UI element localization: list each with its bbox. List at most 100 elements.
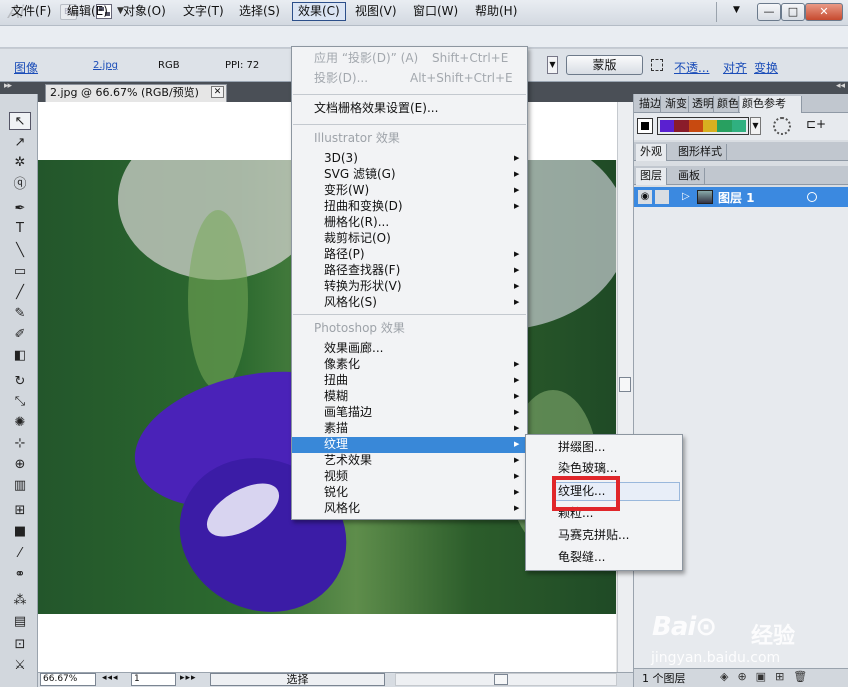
slice-tool-icon[interactable]: ⚔ (9, 657, 31, 675)
gradient-tool-icon[interactable]: ■ (9, 523, 31, 541)
menu-item-sharpen[interactable]: 锐化 ▶ (292, 485, 527, 501)
artboard-tool-icon[interactable]: ⊡ (9, 636, 31, 654)
symbol-sprayer-icon[interactable]: ⁂ (9, 592, 31, 610)
menu-effect[interactable]: 效果(C) (292, 2, 346, 21)
align-link[interactable]: 对齐 (723, 59, 747, 76)
menu-item-brush-strokes[interactable]: 画笔描边 ▶ (292, 405, 527, 421)
harmony-dropdown[interactable]: ▼ (750, 117, 761, 135)
rectangle-tool-icon[interactable]: ▭ (9, 263, 31, 281)
menu-item-distort[interactable]: 扭曲 ▶ (292, 373, 527, 389)
panel-dock-header[interactable] (633, 82, 848, 94)
menu-item-document-raster-settings[interactable]: 文档栅格效果设置(E)... (292, 101, 527, 117)
eye-icon[interactable]: ◉ (638, 190, 652, 204)
add-swatch-icon[interactable]: ⊏+ (806, 117, 826, 131)
harmony-swatches[interactable] (657, 117, 749, 135)
scroll-thumb[interactable] (619, 377, 631, 392)
crop-icon[interactable] (651, 59, 663, 71)
collapse-icon[interactable]: ▸▸ (4, 81, 12, 91)
direct-selection-tool-icon[interactable]: ↗ (9, 134, 31, 152)
lock-toggle[interactable] (655, 190, 669, 204)
menu-item-video[interactable]: 视频 ▶ (292, 469, 527, 485)
page-forward-icon[interactable]: ▸▸▸ (180, 673, 197, 683)
swatch[interactable] (688, 120, 703, 132)
line-tool-icon[interactable]: ╲ (9, 242, 31, 260)
blob-brush-icon[interactable]: ✐ (9, 326, 31, 344)
tab-appearance[interactable]: 外观 (636, 144, 667, 161)
menu-select[interactable]: 选择(S) (234, 3, 285, 20)
menu-item-sketch[interactable]: 素描 ▶ (292, 421, 527, 437)
minimize-button[interactable]: — (757, 3, 781, 21)
image-label[interactable]: 图像 (14, 59, 38, 76)
shape-builder-icon[interactable]: ⊕ (9, 456, 31, 474)
menu-item-effect-gallery[interactable]: 效果画廊... (292, 341, 527, 357)
color-wheel-icon[interactable] (773, 117, 791, 135)
menu-item-distort-transform[interactable]: 扭曲和变换(D) ▶ (292, 199, 527, 215)
warp-tool-icon[interactable]: ✺ (9, 414, 31, 432)
submenu-item-craquelure[interactable]: 龟裂缝... (526, 549, 682, 567)
menu-object[interactable]: 对象(O) (118, 3, 171, 20)
blend-tool-icon[interactable]: ⚭ (9, 566, 31, 584)
close-icon[interactable]: ✕ (211, 86, 224, 98)
submenu-item-mosaic-tiles[interactable]: 马赛克拼贴... (526, 527, 682, 545)
tab-stroke[interactable]: 描边 (637, 96, 661, 113)
paintbrush-icon[interactable]: ╱ (9, 284, 31, 302)
column-graph-icon[interactable]: ▤ (9, 613, 31, 631)
workspace-dropdown-icon[interactable]: ▼ (733, 5, 740, 15)
menu-edit[interactable]: 编辑(E) (62, 3, 113, 20)
menu-item-blur[interactable]: 模糊 ▶ (292, 389, 527, 405)
tab-transparency[interactable]: 透明 (690, 96, 714, 113)
menu-item-stylize-ai[interactable]: 风格化(S) ▶ (292, 295, 527, 311)
type-tool-icon[interactable]: T (9, 220, 31, 238)
menu-item-texture[interactable]: 纹理 ▶ (292, 437, 527, 453)
menu-file[interactable]: 文件(F) (6, 3, 56, 20)
menu-view[interactable]: 视图(V) (350, 3, 402, 20)
menu-item-pixelate[interactable]: 像素化 ▶ (292, 357, 527, 373)
page-back-icon[interactable]: ◂◂◂ (102, 673, 119, 683)
layer-actions-icons[interactable]: ◈⊕▣⊞🗑 (720, 670, 816, 683)
menu-item-warp[interactable]: 变形(W) ▶ (292, 183, 527, 199)
pencil-icon[interactable]: ✎ (9, 305, 31, 323)
base-color-swatch[interactable] (637, 118, 653, 134)
current-tool-status[interactable]: 选择 (210, 673, 385, 686)
menu-item-crop-marks[interactable]: 裁剪标记(O) (292, 231, 527, 247)
tab-color-guide[interactable]: 颜色参考 (740, 96, 802, 113)
menu-item-artistic[interactable]: 艺术效果 ▶ (292, 453, 527, 469)
menu-window[interactable]: 窗口(W) (408, 3, 463, 20)
menu-item-rasterize[interactable]: 栅格化(R)... (292, 215, 527, 231)
zoom-select[interactable]: 66.67% (40, 673, 96, 686)
artboard-number[interactable]: 1 (131, 673, 176, 686)
swatch[interactable] (731, 120, 746, 132)
tab-layers[interactable]: 图层 (636, 168, 667, 185)
graph-tool-icon[interactable]: ▥ (9, 477, 31, 495)
magic-wand-icon[interactable]: ✲ (9, 154, 31, 172)
expand-triangle-icon[interactable]: ▷ (682, 191, 690, 202)
menu-help[interactable]: 帮助(H) (470, 3, 522, 20)
menu-item-3d[interactable]: 3D(3) ▶ (292, 151, 527, 167)
scale-tool-icon[interactable]: ⤡ (9, 393, 31, 411)
menu-item-convert-to-shape[interactable]: 转换为形状(V) ▶ (292, 279, 527, 295)
swatch[interactable] (660, 120, 675, 132)
menu-type[interactable]: 文字(T) (178, 3, 229, 20)
mesh-tool-icon[interactable]: ⊞ (9, 502, 31, 520)
swatch[interactable] (717, 120, 732, 132)
tab-artboards[interactable]: 画板 (674, 168, 705, 185)
eyedropper-icon[interactable]: ⁄ (9, 545, 31, 563)
transform-link[interactable]: 变换 (754, 59, 778, 76)
menu-item-pathfinder[interactable]: 路径查找器(F) ▶ (292, 263, 527, 279)
scroll-thumb[interactable] (494, 674, 508, 685)
tab-color[interactable]: 颜色 (715, 96, 739, 113)
collapse-icon[interactable]: ◂◂ (836, 81, 845, 91)
tab-graphic-styles[interactable]: 图形样式 (674, 144, 727, 161)
selection-tool-icon[interactable]: ↖ (9, 112, 31, 130)
maximize-button[interactable]: □ (781, 3, 805, 21)
rotate-tool-icon[interactable]: ↻ (9, 373, 31, 391)
menu-item-path[interactable]: 路径(P) ▶ (292, 247, 527, 263)
pen-tool-icon[interactable]: ✒ (9, 200, 31, 218)
target-icon[interactable] (807, 192, 817, 202)
lasso-icon[interactable]: ⓠ (9, 176, 31, 194)
free-transform-icon[interactable]: ⊹ (9, 435, 31, 453)
mask-button[interactable]: 蒙版 (566, 55, 643, 75)
document-tab[interactable]: 2.jpg @ 66.67% (RGB/预览) (45, 84, 227, 102)
trace-dropdown[interactable]: ▼ (547, 56, 558, 74)
swatch[interactable] (702, 120, 718, 132)
